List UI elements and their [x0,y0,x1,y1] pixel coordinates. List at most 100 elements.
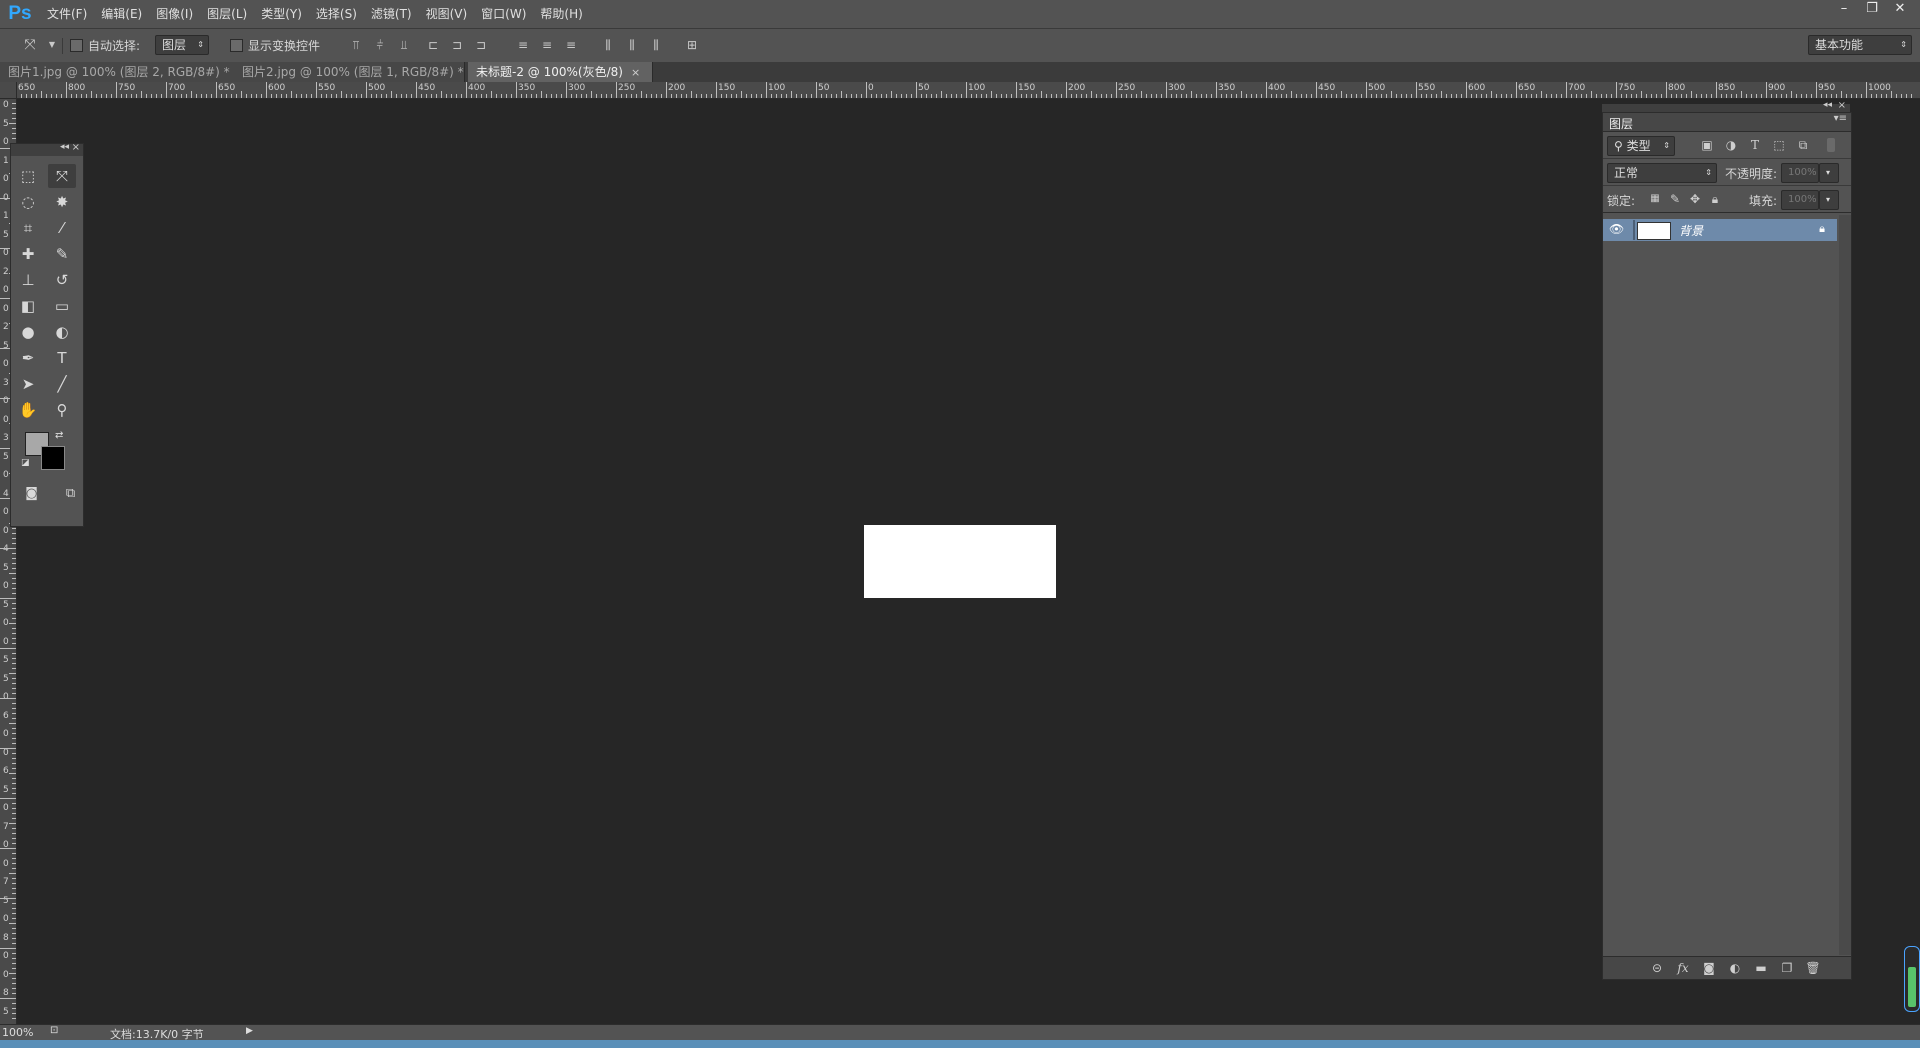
adjustment-layer-icon[interactable]: ◐ [1725,958,1745,978]
zoom-level[interactable]: 100% [2,1026,33,1039]
auto-select-dropdown[interactable]: 图层 ⇕ [155,35,209,55]
screen-mode-icon[interactable]: ⧉ [58,482,83,506]
close-icon[interactable]: × [1838,100,1846,111]
path-select-tool-icon[interactable]: ➤ [14,372,42,396]
trash-icon[interactable]: 🗑︎ [1803,958,1823,978]
workspace-switcher[interactable]: 基本功能 ⇕ [1808,35,1912,55]
layers-panel-title[interactable]: 图层 [1609,115,1633,132]
filter-toggle[interactable] [1827,138,1835,152]
distribute-left-icon[interactable]: ⫼ [600,37,616,53]
tab-untitled-2[interactable]: 未标题-2 @ 100%(灰色/8) × [468,62,653,82]
align-right-icon[interactable]: ⊐ [473,37,489,53]
blur-tool-icon[interactable]: ● [14,320,42,344]
default-colors-icon[interactable]: ◪ [21,458,30,468]
status-icon[interactable]: ⊡ [50,1025,58,1036]
show-transform-checkbox[interactable] [230,39,243,52]
align-vcenter-icon[interactable]: ⫩ [372,37,388,53]
menu-window[interactable]: 窗口(W) [474,0,533,28]
opacity-slider-button[interactable]: ▾ [1819,163,1839,183]
layer-filter-dropdown[interactable]: ⚲ 类型 ⇕ [1607,136,1675,156]
filter-adjustment-icon[interactable]: ◑ [1721,135,1741,155]
background-color[interactable] [41,446,65,470]
toolbox-header[interactable]: ◂◂ × [11,142,83,156]
filter-smart-object-icon[interactable]: ⧉ [1793,135,1813,155]
layer-name[interactable]: 背景 [1679,222,1703,239]
align-hcenter-icon[interactable]: ⊐ [449,37,465,53]
swap-colors-icon[interactable]: ⇄ [55,430,63,441]
distribute-right-icon[interactable]: ⫼ [648,37,664,53]
layer-list-scrollbar[interactable] [1839,215,1851,955]
ime-widget[interactable] [1904,946,1920,1012]
crop-tool-icon[interactable]: ⌗ [14,216,42,240]
rect-marquee-tool-icon[interactable]: ⬚ [14,164,42,188]
distribute-top-icon[interactable]: ≡ [515,37,531,53]
zoom-tool-icon[interactable]: ⚲ [48,398,76,422]
layer-row-background[interactable]: 👁︎ 背景 🔒︎ [1603,219,1837,241]
opacity-input[interactable]: 100% [1781,163,1819,183]
restore-button[interactable]: ❐ [1858,0,1886,18]
menu-help[interactable]: 帮助(H) [533,0,589,28]
eyedropper-tool-icon[interactable]: ⁄ [48,216,76,240]
new-layer-icon[interactable]: ❐ [1777,958,1797,978]
menu-filter[interactable]: 滤镜(T) [364,0,419,28]
history-brush-tool-icon[interactable]: ↺ [48,268,76,292]
distribute-hcenter-icon[interactable]: ⫼ [624,37,640,53]
add-mask-icon[interactable]: ◙ [1699,958,1719,978]
filter-pixel-icon[interactable]: ▣ [1697,135,1717,155]
play-icon[interactable]: ▶ [246,1026,253,1036]
brush-tool-icon[interactable]: ✎ [48,242,76,266]
document-canvas[interactable] [864,525,1056,598]
lock-pixels-icon[interactable]: ✎ [1665,189,1685,209]
link-layers-icon[interactable]: ⊝ [1647,958,1667,978]
close-icon[interactable]: × [631,66,640,79]
magic-wand-tool-icon[interactable]: ✸ [48,190,76,214]
layers-panel-topbar[interactable]: ◂◂ × [1602,100,1850,112]
chevron-down-icon[interactable]: ▼ [44,37,60,53]
menu-view[interactable]: 视图(V) [419,0,475,28]
filter-type-icon[interactable]: T [1745,135,1765,155]
menu-type[interactable]: 类型(Y) [254,0,309,28]
dodge-tool-icon[interactable]: ◐ [48,320,76,344]
menu-select[interactable]: 选择(S) [309,0,364,28]
lasso-tool-icon[interactable]: ◌ [14,190,42,214]
tab-image2[interactable]: 图片2.jpg @ 100% (图层 1, RGB/8#) *× [234,62,481,82]
new-group-icon[interactable]: ▬ [1751,958,1771,978]
auto-select-checkbox[interactable] [70,39,83,52]
menu-edit[interactable]: 编辑(E) [94,0,149,28]
eraser-tool-icon[interactable]: ◧ [14,294,42,318]
eye-icon[interactable]: 👁︎ [1609,222,1624,236]
lock-position-icon[interactable]: ✥ [1685,189,1705,209]
lock-all-icon[interactable]: 🔒︎ [1705,189,1725,209]
type-tool-icon[interactable]: T [48,346,76,370]
move-tool-icon[interactable]: ⤧ [48,164,76,188]
auto-align-icon[interactable]: ⊞ [684,37,700,53]
line-tool-icon[interactable]: ╱ [48,372,76,396]
tab-image1[interactable]: 图片1.jpg @ 100% (图层 2, RGB/8#) *× [0,62,247,82]
lock-transparent-icon[interactable]: ▦ [1645,189,1665,209]
ruler-origin[interactable] [0,82,17,99]
fill-input[interactable]: 100% [1781,190,1819,210]
close-icon[interactable]: × [72,142,80,153]
move-tool-preset-icon[interactable]: ⤧ [22,37,38,53]
minimize-button[interactable]: – [1830,0,1858,18]
distribute-bottom-icon[interactable]: ≡ [563,37,579,53]
panel-menu-icon[interactable]: ▾≡ [1834,113,1847,124]
fill-slider-button[interactable]: ▾ [1819,190,1839,210]
collapse-icon[interactable]: ◂◂ [1823,100,1832,110]
menu-layer[interactable]: 图层(L) [200,0,254,28]
quick-mask-icon[interactable]: ◙ [19,482,44,506]
menu-image[interactable]: 图像(I) [149,0,200,28]
align-left-icon[interactable]: ⊏ [425,37,441,53]
align-bottom-icon[interactable]: ⫫ [396,37,412,53]
hand-tool-icon[interactable]: ✋ [14,398,42,422]
pen-tool-icon[interactable]: ✒ [14,346,42,370]
menu-file[interactable]: 文件(F) [40,0,94,28]
filter-shape-icon[interactable]: ⬚ [1769,135,1789,155]
collapse-icon[interactable]: ◂◂ [60,142,69,152]
gradient-tool-icon[interactable]: ▭ [48,294,76,318]
clone-stamp-tool-icon[interactable]: ⊥ [14,268,42,292]
close-button[interactable]: ✕ [1886,0,1914,18]
distribute-vcenter-icon[interactable]: ≡ [539,37,555,53]
toolbox-grip[interactable] [11,156,83,164]
fx-icon[interactable]: fx [1673,958,1693,978]
